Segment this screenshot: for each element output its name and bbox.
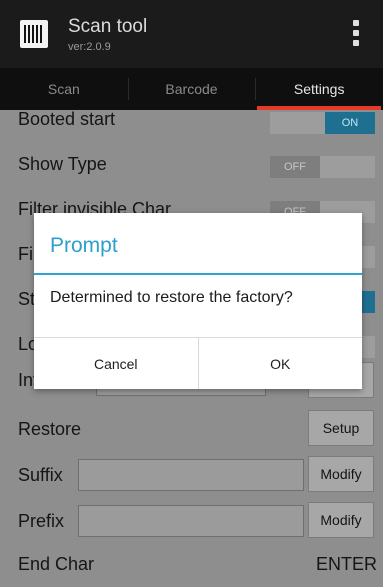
app-version: ver:2.0.9 [68,41,111,53]
action-bar: Scan tool ver:2.0.9 [0,0,383,68]
barcode-icon [20,20,48,48]
suffix-label: Suffix [18,465,63,485]
booted-start-toggle-state: ON [325,112,375,134]
tab-scan[interactable]: Scan [0,68,128,110]
dialog-button-bar: Cancel OK [34,337,362,389]
end-char-value[interactable]: ENTER [316,554,377,575]
overflow-menu-icon[interactable] [353,20,359,46]
dialog-message: Determined to restore the factory? [50,289,293,306]
prefix-input[interactable] [78,505,304,537]
prefix-label: Prefix [18,511,65,531]
show-type-toggle-state: OFF [270,156,320,178]
booted-start-toggle[interactable]: ON [270,112,375,134]
restore-prompt-dialog: Prompt Determined to restore the factory… [34,213,362,389]
ok-button[interactable]: OK [197,338,363,389]
partial-s-label: St [18,289,36,309]
tab-barcode[interactable]: Barcode [127,68,256,110]
tab-bar: Scan Barcode Settings [0,68,383,110]
show-type-toggle[interactable]: OFF [270,156,375,178]
restore-label: Restore [18,419,82,439]
booted-start-label: Booted start [18,109,116,129]
prefix-modify-button[interactable]: Modify [308,502,374,538]
show-type-label: Show Type [18,154,107,174]
suffix-modify-button[interactable]: Modify [308,456,374,492]
partial-f-label: Fi [18,244,33,264]
suffix-input[interactable] [78,459,304,491]
cancel-button[interactable]: Cancel [34,338,198,389]
dialog-title-divider [34,273,362,275]
tab-settings[interactable]: Settings [255,68,383,110]
end-char-label: End Char [18,554,95,574]
dialog-title: Prompt [50,234,118,257]
app-title: Scan tool [68,16,148,37]
restore-setup-button[interactable]: Setup [308,410,374,446]
